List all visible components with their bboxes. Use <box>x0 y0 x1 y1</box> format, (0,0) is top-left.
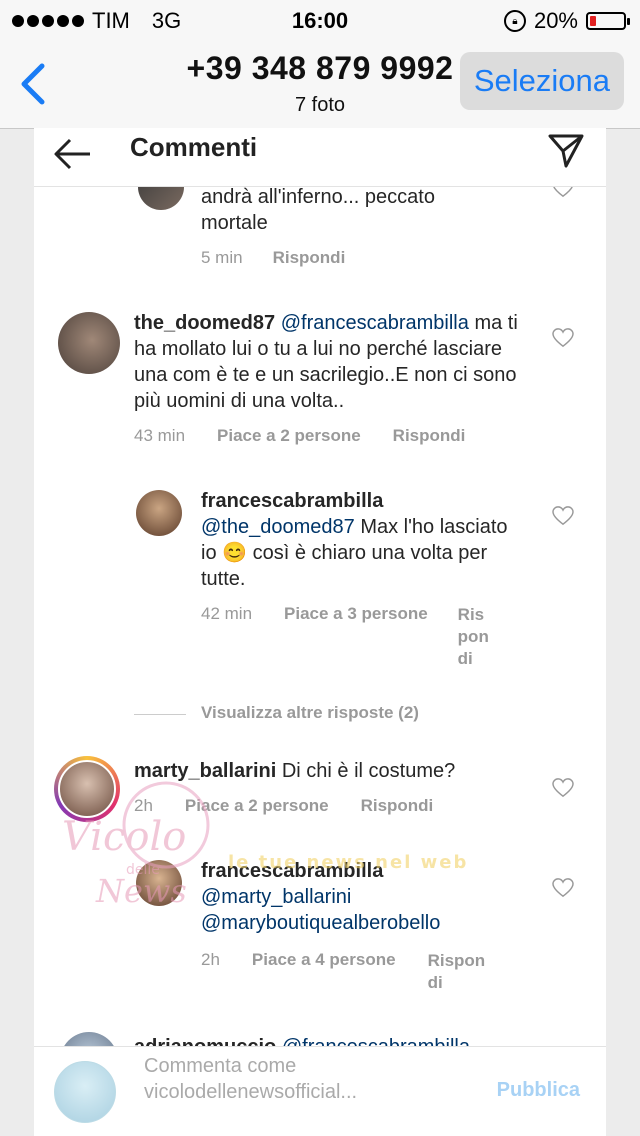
heart-icon[interactable] <box>552 506 574 526</box>
comment-username[interactable]: marty_ballarini <box>134 760 276 782</box>
comment-text-block: the_doomed87 @francescabrambilla ma ti h… <box>134 310 534 414</box>
arrow-left-icon[interactable] <box>50 134 94 174</box>
comment-meta: 42 min Piace a 3 persone Rispondi <box>201 604 492 670</box>
likes-count[interactable]: Piace a 2 persone <box>217 426 361 446</box>
comment-username[interactable]: adrianomuccio <box>134 1036 276 1046</box>
rotation-lock-icon: 🔒︎ <box>503 10 526 32</box>
comment-item: marty_ballarini Di chi è il costume? 2h … <box>34 752 606 842</box>
select-button[interactable]: Seleziona <box>459 52 624 110</box>
comment-meta: 5 min Rispondi <box>201 248 345 268</box>
heart-icon[interactable] <box>552 328 574 348</box>
comment-mention[interactable]: @marty_ballarini <box>201 884 511 910</box>
comment-time: 43 min <box>134 426 186 445</box>
comment-time: 2h <box>201 950 220 969</box>
comments-header: Commenti <box>34 128 606 187</box>
view-more-replies[interactable]: Visualizza altre risposte (2) <box>201 703 419 723</box>
comment-time: 5 min <box>201 248 243 267</box>
reply-item: francescabrambilla @the_doomed87 Max l'h… <box>34 482 606 682</box>
avatar <box>54 1061 116 1123</box>
reply-button[interactable]: Rispondi <box>428 950 492 994</box>
comment-meta: 2h Piace a 2 persone Rispondi <box>134 796 433 816</box>
comment-username[interactable]: francescabrambilla <box>201 858 511 884</box>
avatar[interactable] <box>138 186 184 210</box>
comment-item: the_doomed87 @francescabrambilla ma ti h… <box>34 304 606 464</box>
battery-percent: 20% <box>533 8 578 33</box>
comment-username[interactable]: the_doomed87 <box>134 312 275 334</box>
reply-button[interactable]: Rispondi <box>458 604 492 670</box>
comment-text: Di chi è il costume? <box>281 760 456 782</box>
comment-username[interactable]: francescabrambilla <box>201 490 383 512</box>
post-button[interactable]: Pubblica <box>497 1079 580 1102</box>
comment-meta: 2h Piace a 4 persone Rispondi <box>201 950 492 994</box>
reply-button[interactable]: Rispondi <box>273 248 346 268</box>
heart-icon[interactable] <box>552 778 574 798</box>
comments-title: Commenti <box>130 132 258 162</box>
avatar[interactable] <box>58 312 120 374</box>
heart-icon[interactable] <box>552 878 574 898</box>
comment-time: 42 min <box>201 604 253 623</box>
battery-icon <box>586 12 630 30</box>
battery-level-fill <box>590 16 597 26</box>
comment-text-block: marty_ballarini Di chi è il costume? <box>134 758 534 784</box>
comment-input[interactable]: Commenta come vicolodellenewsofficial... <box>144 1053 474 1105</box>
comment-text: andrà all'inferno... peccato mortale <box>201 186 435 234</box>
comment-text-block: adrianomuccio @francescabrambilla <box>134 1034 594 1046</box>
reply-button[interactable]: Rispondi <box>361 796 434 816</box>
battery-group: 🔒︎ 20% <box>503 8 630 34</box>
viewer-nav-bar: +39 348 879 9992 7 foto Seleziona <box>0 40 640 129</box>
comment-composer: Commenta come vicolodellenewsofficial...… <box>34 1046 606 1136</box>
comment-mention[interactable]: @the_doomed87 <box>201 516 355 538</box>
smiley-emoji-icon: 😊 <box>222 542 248 564</box>
comment-meta: 43 min Piace a 2 persone Rispondi <box>134 426 465 446</box>
divider <box>134 714 186 715</box>
likes-count[interactable]: Piace a 3 persone <box>284 604 428 670</box>
likes-count[interactable]: Piace a 2 persone <box>185 796 329 816</box>
avatar[interactable] <box>60 1032 118 1046</box>
comment-mention[interactable]: @francescabrambilla <box>281 312 469 334</box>
comment-text-block: francescabrambilla @marty_ballarini @mar… <box>201 858 511 936</box>
comment-text-block: francescabrambilla @the_doomed87 Max l'h… <box>201 488 511 592</box>
status-bar: TIM 3G 16:00 🔒︎ 20% <box>0 0 640 40</box>
comment-item: adrianomuccio @francescabrambilla <box>34 1028 606 1046</box>
comment-mention[interactable]: @francescabrambilla <box>282 1036 470 1046</box>
photo-card: Commenti andrà all'inferno... peccato mo… <box>34 128 606 1136</box>
likes-count[interactable]: Piace a 4 persone <box>252 950 396 994</box>
paper-plane-icon[interactable] <box>546 130 586 170</box>
avatar[interactable] <box>54 756 120 822</box>
comment-time: 2h <box>134 796 153 815</box>
reply-button[interactable]: Rispondi <box>393 426 466 446</box>
comments-list: andrà all'inferno... peccato mortale 5 m… <box>34 186 606 1046</box>
comment-mention[interactable]: @maryboutiquealberobello <box>201 910 511 936</box>
reply-item: francescabrambilla @marty_ballarini @mar… <box>34 854 606 1004</box>
avatar[interactable] <box>136 860 182 906</box>
avatar-image <box>58 760 116 818</box>
comment-item: andrà all'inferno... peccato mortale 5 m… <box>34 186 606 286</box>
avatar[interactable] <box>136 490 182 536</box>
heart-icon[interactable] <box>552 186 574 198</box>
